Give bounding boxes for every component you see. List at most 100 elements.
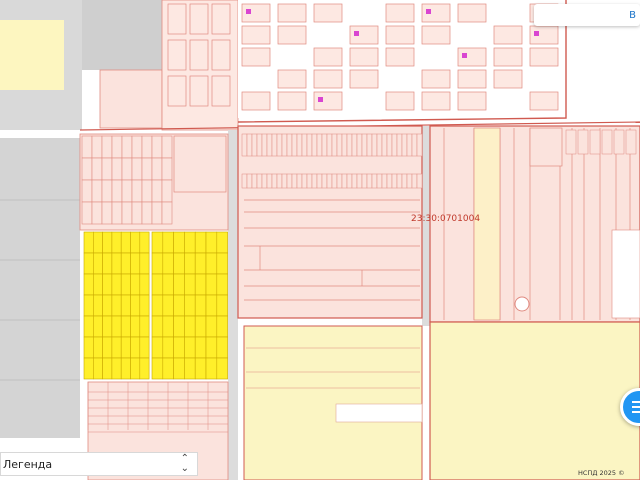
copyright: НСПД 2025 © <box>578 469 625 477</box>
lot <box>313 69 343 89</box>
lot <box>277 3 307 23</box>
gray-block <box>0 138 80 438</box>
lot <box>162 273 174 296</box>
lot <box>296 173 303 189</box>
lot <box>111 231 122 254</box>
legend-toggle[interactable]: Легенда ⌃ ⌄ <box>0 452 198 476</box>
cadastral-map[interactable]: 23:30:0701004 <box>0 0 640 480</box>
lot <box>385 25 415 45</box>
lot <box>151 231 164 254</box>
lot <box>277 25 307 45</box>
lot <box>416 133 423 157</box>
lot <box>162 231 174 254</box>
lot <box>130 252 141 275</box>
lot <box>457 3 487 23</box>
gray-block <box>82 0 162 70</box>
lot <box>411 133 418 157</box>
lot <box>101 179 113 203</box>
lot <box>120 231 131 254</box>
lot <box>311 133 318 157</box>
lot <box>341 173 348 189</box>
lot <box>211 39 231 71</box>
lot <box>111 315 122 338</box>
pale-yellow-area <box>0 20 64 90</box>
lot <box>276 133 283 157</box>
lot <box>351 133 358 157</box>
lot <box>261 173 268 189</box>
lot <box>111 273 122 296</box>
lot <box>261 133 268 157</box>
field-parcel[interactable] <box>243 325 423 480</box>
yellow-parcels[interactable] <box>83 231 228 380</box>
lot <box>406 173 413 189</box>
lot <box>141 201 153 225</box>
lot <box>93 315 103 338</box>
lot <box>111 135 123 159</box>
lot <box>173 315 185 338</box>
lot <box>91 179 103 203</box>
lot <box>130 315 141 338</box>
lot <box>351 173 358 189</box>
lot <box>321 133 328 157</box>
lot <box>189 75 209 107</box>
lot <box>81 135 93 159</box>
field-parcel[interactable] <box>429 321 640 480</box>
list-icon <box>632 401 640 416</box>
lot <box>241 173 248 189</box>
parcel[interactable] <box>99 69 163 129</box>
lot <box>83 336 94 359</box>
lot <box>406 133 413 157</box>
lot <box>161 135 173 159</box>
lot <box>151 135 163 159</box>
lot <box>111 201 123 225</box>
lot <box>139 294 150 317</box>
lot <box>291 173 298 189</box>
lot <box>161 201 173 225</box>
map-viewport[interactable]: 23:30:0701004 В Легенда ⌃ ⌄ НСПД 2025 © <box>0 0 640 480</box>
lot <box>381 173 388 189</box>
lot <box>139 336 150 359</box>
lot <box>151 357 164 380</box>
lot <box>130 273 141 296</box>
lot <box>385 47 415 67</box>
lot <box>216 336 228 359</box>
lot <box>318 97 323 102</box>
lot <box>130 357 141 380</box>
lot <box>529 127 563 167</box>
lot <box>286 133 293 157</box>
lot <box>211 75 231 107</box>
lot <box>151 273 164 296</box>
lot <box>306 173 313 189</box>
lot <box>251 133 258 157</box>
lot <box>184 252 196 275</box>
lot <box>93 294 103 317</box>
lot <box>194 294 207 317</box>
lot <box>276 173 283 189</box>
lot <box>91 201 103 225</box>
lot <box>102 273 113 296</box>
top-right-button[interactable]: В <box>534 4 640 26</box>
lot <box>194 357 207 380</box>
lot <box>173 135 227 193</box>
lot <box>83 273 94 296</box>
lot <box>205 294 218 317</box>
lot <box>391 133 398 157</box>
lot <box>266 173 273 189</box>
lot <box>81 179 93 203</box>
lot <box>416 173 423 189</box>
lot <box>151 294 164 317</box>
lot <box>421 69 451 89</box>
lot <box>130 294 141 317</box>
lot <box>111 294 122 317</box>
lot <box>493 69 523 89</box>
lot <box>386 133 393 157</box>
lot <box>371 173 378 189</box>
lot <box>102 231 113 254</box>
lot <box>493 25 523 45</box>
lot <box>246 133 253 157</box>
lot <box>271 133 278 157</box>
lot <box>589 129 601 155</box>
lot <box>301 173 308 189</box>
lot <box>529 91 559 111</box>
lot <box>205 273 218 296</box>
